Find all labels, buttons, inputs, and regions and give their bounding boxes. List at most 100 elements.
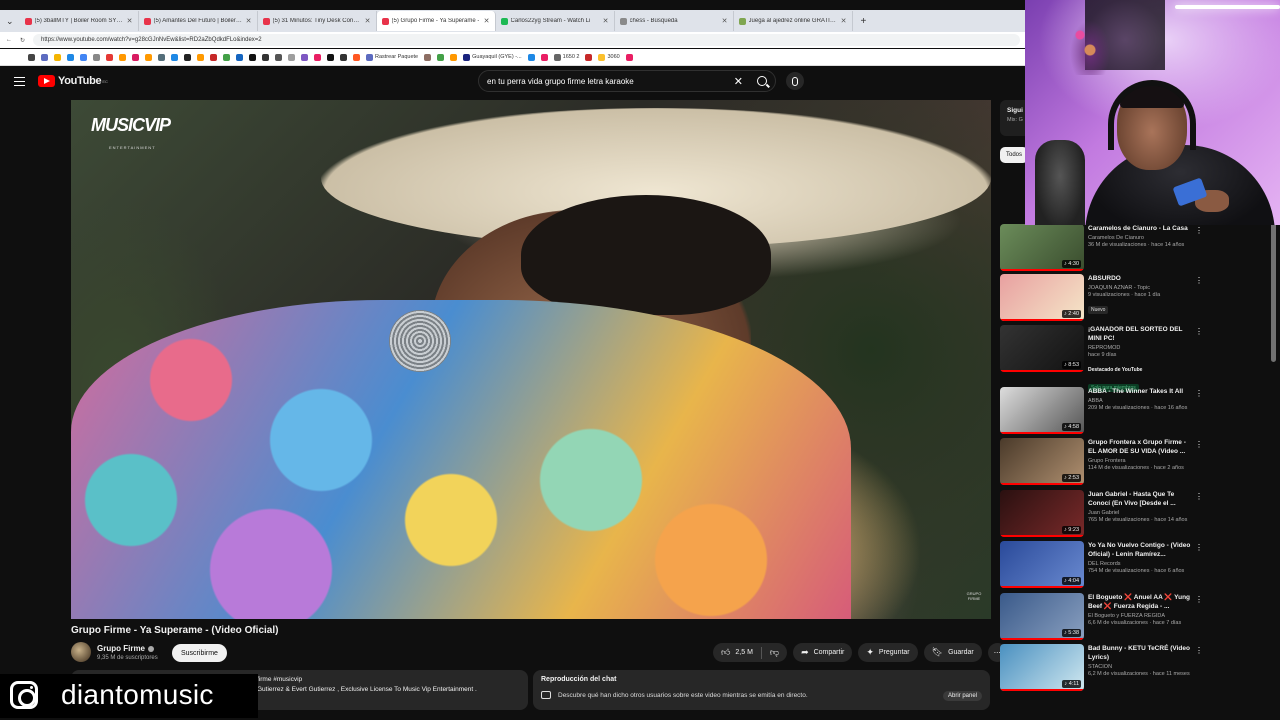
bookmark-item[interactable]: Rastrear Paquete [366,53,418,61]
recommended-video[interactable]: ♪ 9:23 Juan Gabriel - Hasta Que Te Conocí… [1000,490,1203,538]
recommended-video[interactable]: ♪ 2:53 Grupo Frontera x Grupo Firme - EL … [1000,438,1203,486]
bookmark-item[interactable] [262,53,269,61]
bookmark-item[interactable] [437,53,445,61]
close-tab-icon[interactable]: ✕ [841,17,847,25]
subscribe-button[interactable]: Suscribirme [172,644,227,662]
browser-tab[interactable]: Carlos22yg Stream - Watch Li ✕ [496,11,615,31]
bookmark-item[interactable]: 3060 [598,53,620,61]
video-channel[interactable]: STACION [1088,664,1192,670]
video-channel[interactable]: ABBA [1088,398,1192,404]
bookmark-item[interactable] [41,53,48,61]
browser-tab[interactable]: (5) 31 Minutos: Tiny Desk Concert ✕ [258,11,377,31]
close-tab-icon[interactable]: ✕ [246,17,252,25]
filter-chip-all[interactable]: Todos [1000,147,1029,163]
video-title[interactable]: Juan Gabriel - Hasta Que Te Conocí (En V… [1088,490,1192,508]
bookmark-item[interactable] [197,53,204,61]
bookmark-item[interactable] [184,53,191,61]
close-tab-icon[interactable]: ✕ [127,17,133,25]
bookmark-item[interactable] [340,53,347,61]
voice-search-icon[interactable] [786,72,804,90]
close-tab-icon[interactable]: ✕ [484,17,490,25]
browser-tab[interactable]: chess - Búsqueda ✕ [615,11,734,31]
recommended-video[interactable]: ♪ 5:38 El Bogueto ❌ Anuel AA ❌ Yung Beef … [1000,593,1203,641]
video-thumbnail[interactable]: ♪ 4:58 [1000,387,1084,434]
video-title[interactable]: ABSURDO [1088,274,1192,283]
bookmark-item[interactable] [540,53,548,61]
like-button[interactable]: 👍︎ 2,5 M 👎︎ [713,643,788,662]
bookmark-item[interactable] [249,53,256,61]
more-vertical-icon[interactable]: ⋮ [1195,440,1203,449]
bookmark-item[interactable] [314,53,321,61]
channel-name[interactable]: Grupo Firme [97,644,155,653]
video-player[interactable]: MUSICVIP ENTERTAINMENT GRUPO FIRME [71,100,991,619]
bookmark-item[interactable] [236,53,243,61]
video-thumbnail[interactable]: ♪ 4:04 [1000,541,1084,588]
ask-button[interactable]: ✦ Preguntar [858,643,918,662]
bookmark-item[interactable] [158,53,165,61]
search-icon[interactable] [757,76,767,86]
recommended-video[interactable]: ♪ 2:40 ABSURDO JOAQUIN AZNAR - Topic 9 visu… [1000,274,1203,322]
video-thumbnail[interactable]: ♪ 4:11 [1000,644,1084,691]
video-title[interactable]: Yo Ya No Vuelvo Contigo - (Video Oficial… [1088,541,1192,559]
video-channel[interactable]: JOAQUIN AZNAR - Topic [1088,285,1192,291]
clear-search-icon[interactable]: ✕ [734,75,743,88]
video-title[interactable]: Bad Bunny - KETU TeCRÉ (Video Lyrics) [1088,644,1192,662]
recommended-video[interactable]: ♪ 4:30 Caramelos de Cianuro - La Casa Cara… [1000,224,1203,272]
bookmark-item[interactable] [585,53,593,61]
more-vertical-icon[interactable]: ⋮ [1195,543,1203,552]
video-channel[interactable]: Grupo Frontera [1088,458,1192,464]
recommended-video[interactable]: ♪ 4:58 ABBA - The Winner Takes It All ABBA… [1000,387,1203,435]
url-field[interactable]: https://www.youtube.com/watch?v=g28cGJnN… [33,34,1020,46]
browser-tab[interactable]: (5) Amantes Del Futuro | Boiler Ro ✕ [139,11,258,31]
video-title[interactable]: ¡GANADOR DEL SORTEO DEL MINI PC! [1088,325,1192,343]
close-tab-icon[interactable]: ✕ [603,17,609,25]
bookmark-item[interactable]: 1650 2 [553,53,579,61]
more-vertical-icon[interactable]: ⋮ [1195,276,1203,285]
more-vertical-icon[interactable]: ⋮ [1195,226,1203,235]
video-thumbnail[interactable]: ♪ 9:23 [1000,490,1084,537]
reload-icon[interactable]: ↻ [20,37,25,44]
bookmark-item[interactable] [424,53,432,61]
bookmark-item[interactable] [119,53,126,61]
bookmark-item[interactable] [171,53,178,61]
recommended-video[interactable]: ♪ 4:04 Yo Ya No Vuelvo Contigo - (Video O… [1000,541,1203,589]
video-title[interactable]: Grupo Frontera x Grupo Firme - EL AMOR D… [1088,438,1192,456]
more-vertical-icon[interactable]: ⋮ [1195,327,1203,336]
bookmark-item[interactable] [132,53,139,61]
bookmark-item[interactable] [527,53,535,61]
recommended-video[interactable]: ♪ 4:11 Bad Bunny - KETU TeCRÉ (Video Lyri… [1000,644,1203,692]
video-title[interactable]: Caramelos de Cianuro - La Casa [1088,224,1192,233]
bookmark-item[interactable] [210,53,217,61]
bookmark-item[interactable]: Guayaquil (GYE) -... [463,53,522,61]
new-tab-icon[interactable]: + [853,16,875,27]
bookmark-item[interactable] [450,53,458,61]
video-channel[interactable]: DEL Records [1088,561,1192,567]
video-thumbnail[interactable]: ♪ 2:53 [1000,438,1084,485]
thumbs-down-icon[interactable]: 👎︎ [770,647,779,658]
bookmark-item[interactable] [28,53,35,61]
bookmark-item[interactable] [54,53,61,61]
youtube-logo[interactable]: YouTube EC [38,75,108,87]
back-icon[interactable]: ← [6,37,12,43]
bookmark-item[interactable] [288,53,295,61]
browser-tab[interactable]: Juega al ajedrez online GRATIS - A ✕ [734,11,853,31]
video-title[interactable]: El Bogueto ❌ Anuel AA ❌ Yung Beef ❌ Fuer… [1088,593,1192,611]
recommended-video[interactable]: ♪ 8:53 ¡GANADOR DEL SORTEO DEL MINI PC! RE… [1000,325,1203,392]
close-tab-icon[interactable]: ✕ [365,17,371,25]
bookmark-item[interactable] [93,53,100,61]
share-button[interactable]: ➦ Compartir [793,643,853,662]
open-panel-button[interactable]: Abrir panel [942,691,982,701]
menu-icon[interactable] [14,77,25,86]
video-channel[interactable]: Caramelos De Cianuro [1088,235,1192,241]
video-channel[interactable]: Juan Gabriel [1088,510,1192,516]
more-vertical-icon[interactable]: ⋮ [1195,646,1203,655]
video-channel[interactable]: REPROMOD [1088,345,1192,351]
bookmark-item[interactable] [223,53,230,61]
scrollbar[interactable] [1271,222,1276,362]
video-thumbnail[interactable]: ♪ 4:30 [1000,224,1084,271]
search-input[interactable]: en tu perra vida grupo firme letra karao… [478,70,776,92]
video-thumbnail[interactable]: ♪ 2:40 [1000,274,1084,321]
video-thumbnail[interactable]: ♪ 5:38 [1000,593,1084,640]
more-vertical-icon[interactable]: ⋮ [1195,595,1203,604]
video-title[interactable]: ABBA - The Winner Takes It All [1088,387,1192,396]
